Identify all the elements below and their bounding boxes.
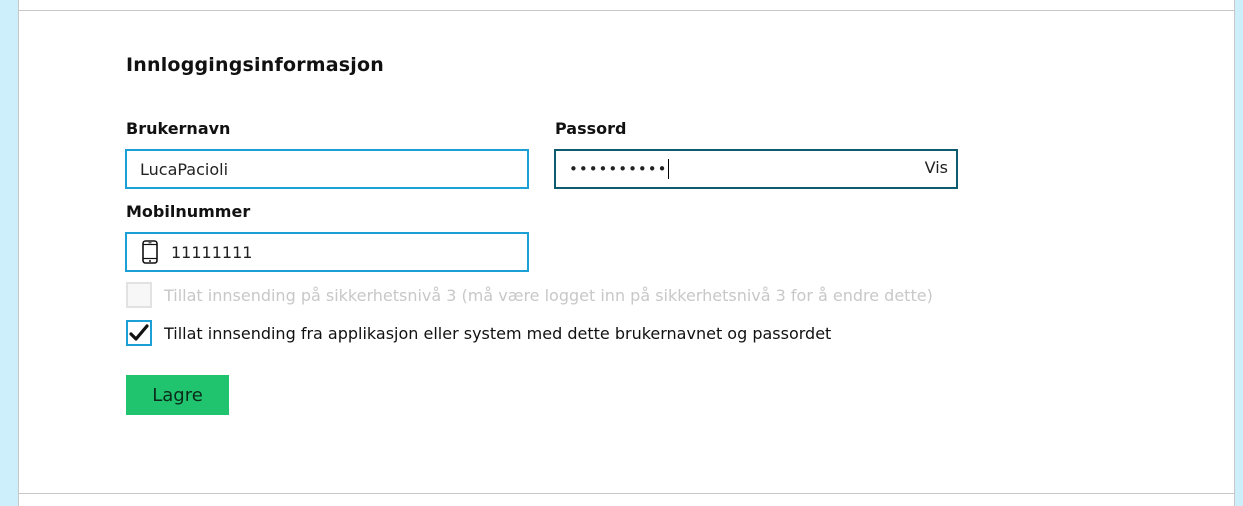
- mobile-input[interactable]: 11111111: [125, 232, 529, 272]
- checkmark-icon: [129, 324, 149, 341]
- show-password-button[interactable]: Vis: [925, 158, 948, 177]
- username-input[interactable]: LucaPacioli: [125, 149, 529, 189]
- form-card: Innloggingsinformasjon Brukernavn LucaPa…: [18, 0, 1235, 506]
- mobile-value: 11111111: [171, 242, 253, 262]
- app-submission-checkbox-label: Tillat innsending fra applikasjon eller …: [164, 323, 832, 343]
- text-caret: [668, 159, 670, 179]
- security-level-checkbox-label: Tillat innsending på sikkerhetsnivå 3 (m…: [164, 285, 933, 305]
- top-divider: [19, 10, 1234, 11]
- save-button[interactable]: Lagre: [126, 375, 229, 415]
- password-value: ••••••••••: [569, 160, 668, 178]
- checkbox-row-security-level: Tillat innsending på sikkerhetsnivå 3 (m…: [126, 282, 933, 308]
- password-input[interactable]: •••••••••• Vis: [554, 149, 958, 189]
- section-title: Innloggingsinformasjon: [126, 54, 384, 76]
- mobile-label: Mobilnummer: [126, 202, 251, 221]
- username-label: Brukernavn: [126, 119, 231, 138]
- mobile-phone-icon: [142, 240, 158, 264]
- app-submission-checkbox[interactable]: [126, 320, 152, 346]
- security-level-checkbox[interactable]: [126, 282, 152, 308]
- password-label: Passord: [555, 119, 627, 138]
- username-value: LucaPacioli: [140, 159, 229, 179]
- bottom-divider: [19, 493, 1234, 494]
- checkbox-row-app-submission: Tillat innsending fra applikasjon eller …: [126, 320, 831, 346]
